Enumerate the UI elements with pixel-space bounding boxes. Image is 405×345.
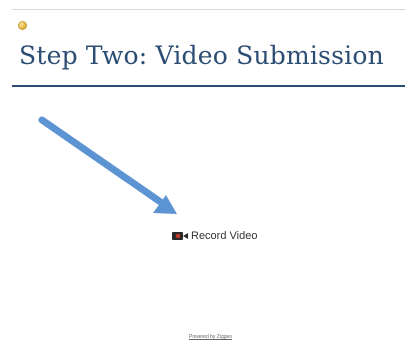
top-divider bbox=[12, 9, 405, 10]
powered-by-link[interactable]: Powered by Ziggeo bbox=[189, 334, 232, 340]
page-title: Step Two: Video Submission bbox=[19, 41, 384, 70]
sun-icon bbox=[18, 21, 27, 30]
record-video-button[interactable]: Record Video bbox=[172, 228, 257, 244]
video-camera-icon bbox=[172, 231, 188, 241]
page: Step Two: Video Submission Record Video … bbox=[0, 0, 405, 345]
video-recorder-frame bbox=[12, 87, 405, 345]
record-video-label: Record Video bbox=[191, 230, 258, 242]
